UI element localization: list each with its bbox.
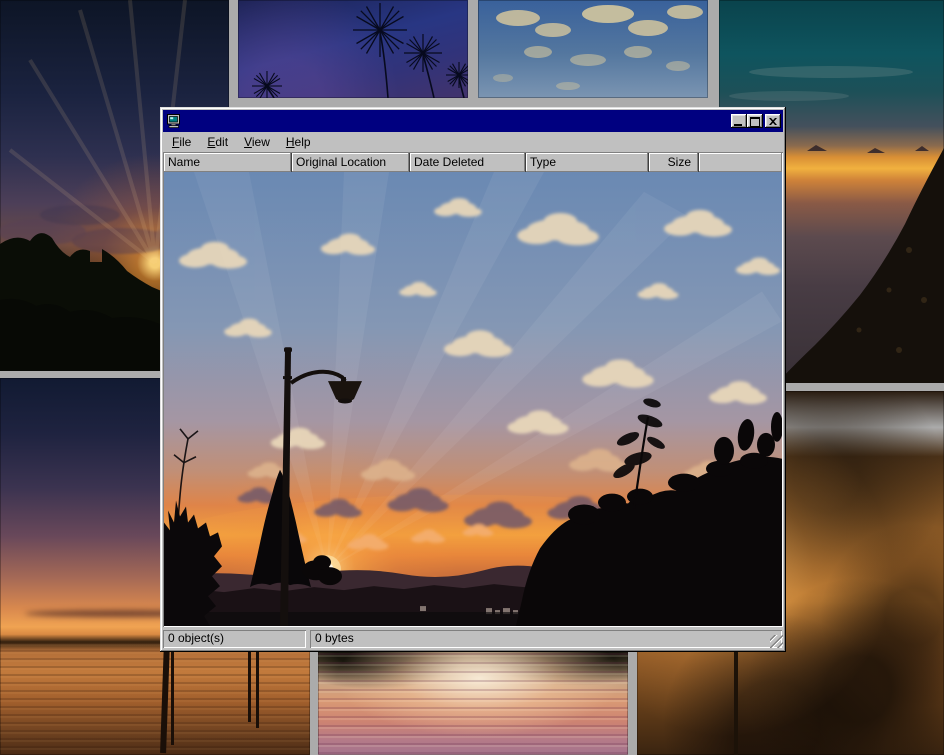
clouds-art (478, 0, 708, 98)
blurred-pole (734, 649, 738, 755)
water-post (171, 647, 174, 745)
minimize-icon (734, 124, 742, 126)
menu-view[interactable]: View (236, 133, 278, 152)
status-bytes: 0 bytes (310, 630, 782, 648)
window-controls (731, 114, 781, 128)
column-header-row: Name Original Location Date Deleted Type… (164, 153, 782, 172)
status-objects: 0 object(s) (163, 630, 306, 648)
system-menu-icon[interactable] (166, 113, 182, 129)
computer-monitor-icon (166, 113, 182, 129)
flower-silhouettes-art (238, 0, 468, 98)
wallpaper-tile-flower-silhouettes (238, 0, 468, 98)
column-header-name[interactable]: Name (164, 153, 292, 172)
water-post (256, 648, 259, 728)
status-bar: 0 object(s) 0 bytes (163, 629, 783, 649)
listview-photo-area (164, 172, 782, 626)
resize-grip[interactable] (770, 635, 783, 648)
water-ripples (0, 642, 310, 755)
lamppost-sunset-photo (164, 172, 782, 626)
column-header-filler (699, 153, 782, 172)
column-header-size[interactable]: Size (649, 153, 699, 172)
menu-help[interactable]: Help (278, 133, 319, 152)
column-header-original-location[interactable]: Original Location (292, 153, 410, 172)
reflection-ripples (318, 653, 628, 755)
menu-bar: File Edit View Help (163, 132, 783, 152)
list-view[interactable]: Name Original Location Date Deleted Type… (163, 152, 783, 627)
close-icon (769, 118, 777, 125)
minimize-button[interactable] (731, 114, 747, 128)
maximize-icon (750, 117, 760, 127)
close-button[interactable] (765, 114, 781, 128)
wallpaper-tile-blue-sky-clouds (478, 0, 708, 98)
column-header-date-deleted[interactable]: Date Deleted (410, 153, 526, 172)
menu-file[interactable]: File (164, 133, 199, 152)
column-header-type[interactable]: Type (526, 153, 649, 172)
window-titlebar[interactable] (163, 110, 783, 132)
maximize-button[interactable] (747, 114, 763, 128)
desktop[interactable]: File Edit View Help Name Original Locati… (0, 0, 944, 755)
water-post (248, 650, 251, 722)
menu-edit[interactable]: Edit (199, 133, 236, 152)
recycle-bin-window: File Edit View Help Name Original Locati… (160, 107, 786, 652)
